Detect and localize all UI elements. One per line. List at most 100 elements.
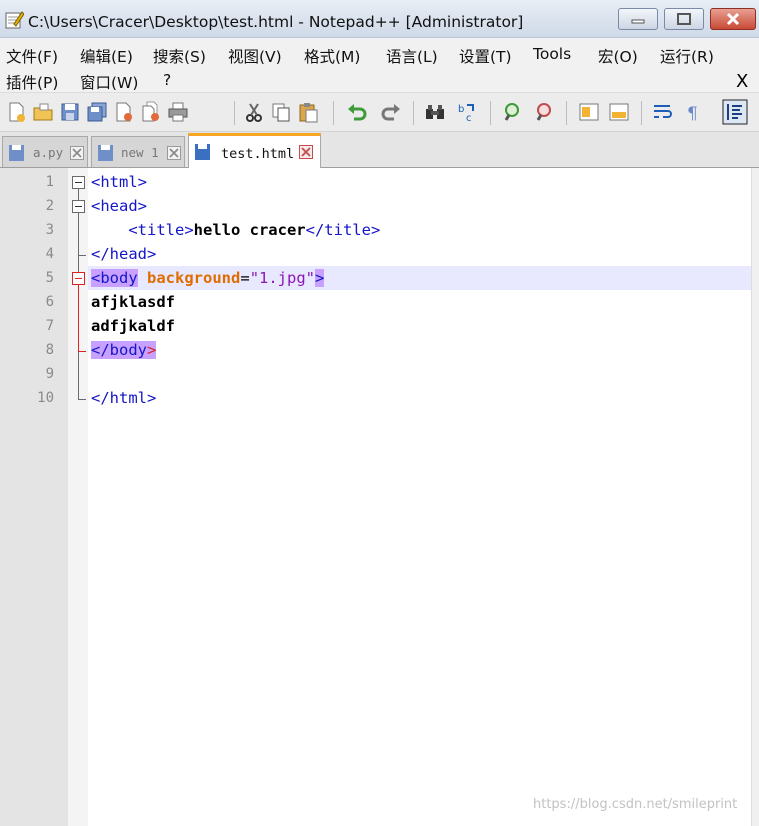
tab-a-py[interactable]: a.py [2,136,88,167]
tab-new-1[interactable]: new 1 [91,136,185,167]
html-tag: </title> [305,221,381,239]
menu-window[interactable]: 窗口(W) [80,71,138,93]
menu-tools[interactable]: Tools [533,45,571,63]
editor-area[interactable]: 1 2 3 4 5 6 7 8 9 10 <html> <head> <titl… [0,168,759,826]
line-number: 3 [45,222,54,238]
close-icon [726,12,740,26]
close-window-button[interactable] [710,8,756,30]
tab-label: a.py [33,145,64,160]
tab-test-html[interactable]: test.html [188,133,321,168]
menu-format[interactable]: 格式(M) [304,45,360,67]
indent-guide-icon[interactable] [722,99,748,125]
line-number-gutter [0,168,68,826]
fold-toggle-icon[interactable] [72,176,85,189]
menu-search[interactable]: 搜索(S) [153,45,206,67]
html-tag: <head> [91,197,147,215]
redo-icon[interactable] [380,101,402,123]
paste-icon[interactable] [297,101,319,123]
new-file-icon[interactable] [5,101,27,123]
notepad-app-icon [5,11,24,29]
menu-language[interactable]: 语言(L) [386,45,438,67]
maximize-icon [677,13,691,25]
fold-end-mark [78,255,86,256]
line-number: 9 [45,366,54,382]
tab-close-icon[interactable] [70,146,84,160]
code-line-1: <html> [91,173,147,191]
title-bar: C:\Users\Cracer\Desktop\test.html - Note… [0,0,759,38]
code-line-4: </head> [91,245,156,263]
menu-help[interactable]: ? [163,71,171,89]
save-icon [98,145,113,161]
menu-plugins[interactable]: 插件(P) [6,71,58,93]
line-number: 5 [45,270,54,286]
menu-edit[interactable]: 编辑(E) [80,45,133,67]
code-line-10: </html> [91,389,156,407]
replace-icon[interactable]: bc [457,101,479,123]
fold-toggle-icon[interactable] [72,200,85,213]
sync-v-icon[interactable] [578,101,600,123]
line-number: 10 [37,390,54,406]
find-icon[interactable] [424,101,446,123]
html-tag-matched: </body [91,341,147,359]
code-line-3: <title>hello cracer</title> [91,221,380,239]
minimize-icon [631,19,645,24]
toolbar-separator [234,101,235,125]
tab-label: new 1 [121,145,159,160]
html-tag-matched: <body [91,269,138,287]
print-icon[interactable] [167,101,189,123]
html-tag: </html> [91,389,157,407]
menu-settings[interactable]: 设置(T) [459,45,512,67]
line-number: 7 [45,318,54,334]
zoom-out-icon[interactable] [533,101,555,123]
fold-end-mark [78,351,86,352]
code-line-5: <body background="1.jpg"> [91,269,325,287]
tab-close-icon[interactable] [167,146,181,160]
copy-icon[interactable] [270,101,292,123]
close-all-icon[interactable] [140,101,162,123]
zoom-in-icon[interactable] [501,101,523,123]
html-tag-matched: > [315,269,325,287]
close-document-button[interactable]: X [736,71,748,92]
menu-run[interactable]: 运行(R) [660,45,714,67]
menu-view[interactable]: 视图(V) [228,45,282,67]
tab-close-icon[interactable] [299,145,313,159]
close-icon[interactable] [113,101,135,123]
toolbar-separator [641,101,642,125]
maximize-button[interactable] [664,8,704,30]
line-number: 6 [45,294,54,310]
save-icon [9,145,24,161]
sync-h-icon[interactable] [608,101,630,123]
html-tag: <html> [91,173,147,191]
html-attribute: background [147,269,241,287]
menu-macro[interactable]: 宏(O) [598,45,638,67]
vertical-scrollbar[interactable] [751,168,759,826]
word-wrap-icon[interactable] [652,101,674,123]
text-content: hello cracer [193,221,306,239]
equals-sign: = [240,269,250,287]
attribute-value: "1.jpg" [249,269,316,287]
undo-icon[interactable] [346,101,368,123]
code-line-6: afjklasdf [91,293,175,311]
show-all-chars-icon[interactable]: ¶ [683,101,705,123]
tab-label: test.html [221,146,295,162]
svg-text:b: b [458,104,464,115]
html-tag: </head> [91,245,157,263]
line-number: 2 [45,198,54,214]
toolbar-separator [490,101,491,125]
save-icon[interactable] [59,101,81,123]
line-number: 4 [45,246,54,262]
cut-icon[interactable] [243,101,265,123]
window-title: C:\Users\Cracer\Desktop\test.html - Note… [28,13,524,31]
html-tag: <title> [128,221,194,239]
toolbar: bc ¶ [0,92,759,132]
minimize-button[interactable] [618,8,658,30]
svg-text:c: c [466,113,472,123]
fold-toggle-icon[interactable] [72,272,85,285]
save-icon [195,144,210,160]
menu-file[interactable]: 文件(F) [6,45,58,67]
save-all-icon[interactable] [86,101,108,123]
open-file-icon[interactable] [32,101,54,123]
fold-line [78,213,79,255]
